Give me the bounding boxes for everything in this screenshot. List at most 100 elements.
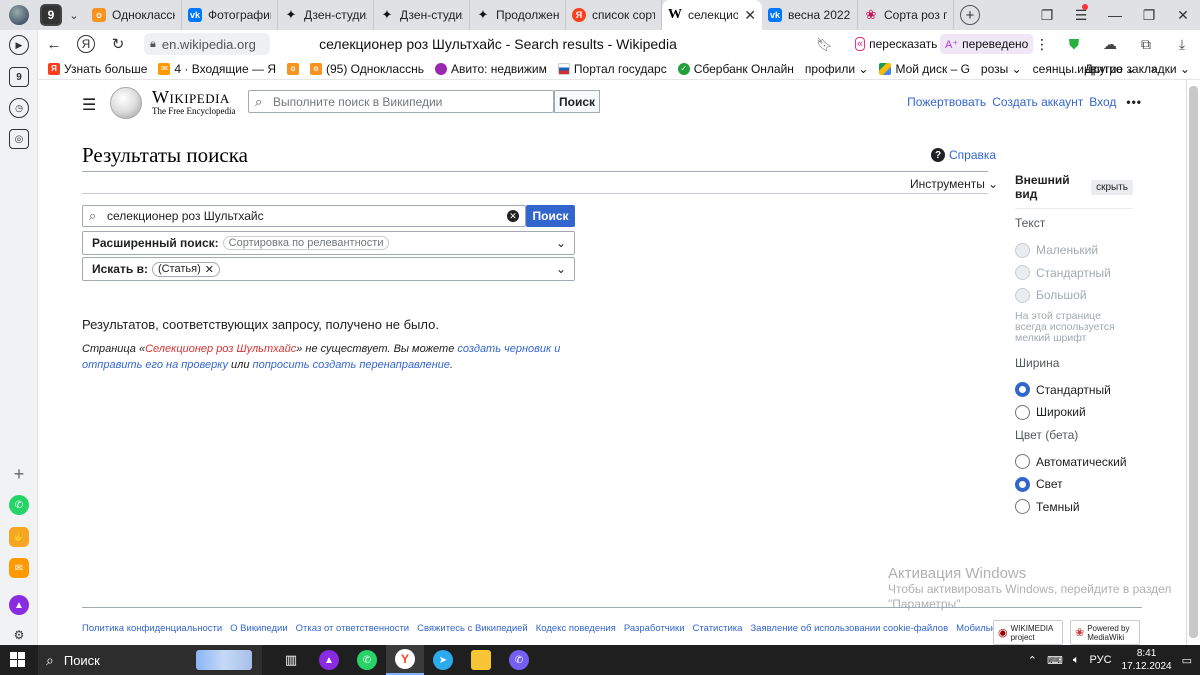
- tab-odnoklassniki[interactable]: оОднокласснь: [86, 0, 182, 30]
- bookmark-item[interactable]: ✓ Сбербанк Онлайн: [677, 62, 794, 76]
- file-explorer-taskbar-icon[interactable]: [462, 645, 500, 675]
- mediawiki-badge[interactable]: ❀ Powered by MediaWiki: [1070, 620, 1140, 645]
- more-options-icon[interactable]: •••: [1126, 95, 1142, 109]
- restore-button[interactable]: ❐: [1132, 7, 1166, 24]
- profile-button[interactable]: [0, 0, 38, 30]
- retell-button[interactable]: «пересказать: [850, 34, 943, 54]
- close-window-button[interactable]: ✕: [1166, 7, 1200, 24]
- bookmark-item[interactable]: Я Узнать больше: [48, 62, 147, 76]
- language-indicator[interactable]: РУС: [1090, 654, 1112, 666]
- history-icon[interactable]: ◷: [9, 98, 29, 118]
- tab-rose-varieties[interactable]: ❀Сорта роз по: [858, 0, 954, 30]
- tab-vk-spring[interactable]: vk весна 2022г: [762, 0, 858, 30]
- tab-zen-studio-2[interactable]: ✦ Дзен-студия: [374, 0, 470, 30]
- main-menu-icon[interactable]: ☰: [82, 95, 96, 115]
- tray-overflow-icon[interactable]: ⌃: [1028, 654, 1037, 667]
- missing-page-link[interactable]: Селекционер роз Шультхайс: [145, 343, 296, 355]
- tab-continuation[interactable]: ✦Продолжени: [470, 0, 566, 30]
- alice-taskbar-icon[interactable]: ▲: [310, 645, 348, 675]
- mail-icon[interactable]: ✉: [9, 558, 29, 578]
- url-field[interactable]: 🔒︎ en.wikipedia.org: [144, 33, 270, 55]
- start-button[interactable]: [10, 652, 25, 667]
- color-light-option[interactable]: Свет: [1015, 473, 1133, 496]
- add-panel-icon[interactable]: +: [9, 464, 29, 484]
- bookmark-item[interactable]: ✉ 4 · Входящие — Я: [158, 62, 276, 76]
- header-search-input[interactable]: ⌕ Выполните поиск в Википедии: [248, 90, 554, 113]
- advanced-search-toggle[interactable]: Расширенный поиск: Сортировка по релевант…: [82, 231, 575, 255]
- network-icon[interactable]: ⌨: [1047, 654, 1063, 667]
- new-tab-button[interactable]: +: [960, 5, 980, 25]
- bookmark-icon[interactable]: 🔖︎: [816, 37, 833, 53]
- minimize-button[interactable]: —: [1098, 7, 1132, 23]
- more-address-icon[interactable]: ⋮: [1030, 34, 1054, 54]
- search-in-toggle[interactable]: Искать в: (Статья) ✕ ⌄: [82, 257, 575, 281]
- volume-icon[interactable]: 🔈︎: [1073, 654, 1080, 667]
- help-link[interactable]: ? Справка: [931, 148, 996, 162]
- tab-wikipedia-active[interactable]: Wселекцион✕: [662, 0, 762, 30]
- request-redirect-link[interactable]: попросить создать перенаправление: [253, 359, 451, 371]
- header-search-button[interactable]: Поиск: [554, 90, 600, 113]
- extensions-icon[interactable]: ⧉: [1128, 36, 1164, 53]
- telegram-taskbar-icon[interactable]: ➤: [424, 645, 462, 675]
- about-link[interactable]: О Википедии: [230, 623, 288, 634]
- bookmark-item[interactable]: Портал государс: [557, 62, 667, 76]
- search-query-input[interactable]: ⌕ селекционер роз Шультхайс ✕: [82, 205, 526, 227]
- bookmark-folder[interactable]: профили ⌄: [805, 62, 869, 76]
- viber-taskbar-icon[interactable]: ✆: [500, 645, 538, 675]
- play-icon[interactable]: ▶: [9, 35, 29, 55]
- clear-search-icon[interactable]: ✕: [507, 210, 519, 222]
- reload-button[interactable]: ↻: [102, 30, 134, 58]
- collections-icon[interactable]: ❐: [1030, 7, 1064, 24]
- hand-app-icon[interactable]: ✋: [9, 527, 29, 547]
- wikimedia-badge[interactable]: ◉ WIKIMEDIA project: [993, 620, 1063, 645]
- donate-link[interactable]: Пожертвовать: [907, 95, 986, 109]
- create-account-link[interactable]: Создать аккаунт: [992, 95, 1083, 109]
- bookmark-item[interactable]: о: [287, 62, 299, 75]
- shield-icon[interactable]: ⛊: [1056, 36, 1092, 53]
- notifications-icon[interactable]: ☰: [1064, 3, 1098, 24]
- contact-link[interactable]: Свяжитесь с Википедией: [417, 623, 528, 634]
- namespace-chip[interactable]: (Статья) ✕: [151, 261, 220, 277]
- hide-appearance-button[interactable]: скрыть: [1091, 179, 1133, 195]
- tab-count-badge[interactable]: 9: [40, 4, 62, 26]
- weather-icon[interactable]: ☁: [1092, 36, 1128, 53]
- scrollbar-thumb[interactable]: [1189, 86, 1198, 638]
- sidebar-settings-icon[interactable]: ⚙: [9, 625, 29, 645]
- tab-variety-list[interactable]: Ясписок сорто: [566, 0, 662, 30]
- width-wide-option[interactable]: Широкий: [1015, 401, 1133, 424]
- taskbar-search[interactable]: ⌕ Поиск: [38, 645, 262, 675]
- tools-dropdown[interactable]: Инструменты ⌄: [910, 177, 998, 191]
- tabs-dropdown-button[interactable]: ⌄: [62, 0, 86, 30]
- close-tab-icon[interactable]: ✕: [744, 7, 756, 24]
- width-standard-option[interactable]: Стандартный: [1015, 379, 1133, 402]
- clock[interactable]: 8:41 17.12.2024: [1122, 647, 1172, 673]
- statistics-link[interactable]: Статистика: [693, 623, 743, 634]
- yandex-button[interactable]: Я: [70, 30, 102, 58]
- whatsapp-taskbar-icon[interactable]: ✆: [348, 645, 386, 675]
- privacy-link[interactable]: Политика конфиденциальности: [82, 623, 222, 634]
- back-button[interactable]: ←: [38, 30, 70, 58]
- translated-button[interactable]: A⁺ переведено: [940, 34, 1034, 54]
- bookmark-item[interactable]: о (95) Однокласснь: [310, 62, 424, 76]
- bookmark-item[interactable]: Мой диск – G: [879, 62, 970, 76]
- screenshot-icon[interactable]: ◎: [9, 129, 29, 149]
- tab-vk-photos[interactable]: vk Фотографии: [182, 0, 278, 30]
- code-of-conduct-link[interactable]: Кодекс поведения: [536, 623, 616, 634]
- color-dark-option[interactable]: Темный: [1015, 496, 1133, 519]
- disclaimer-link[interactable]: Отказ от ответственности: [296, 623, 409, 634]
- sidebar-tabs-icon[interactable]: 9: [9, 67, 29, 87]
- cookie-statement-link[interactable]: Заявление об использовании cookie-файлов: [750, 623, 948, 634]
- bookmark-folder[interactable]: розы ⌄: [981, 62, 1022, 76]
- remove-chip-icon[interactable]: ✕: [205, 263, 214, 276]
- task-view-icon[interactable]: ▥: [272, 645, 310, 675]
- developers-link[interactable]: Разработчики: [624, 623, 685, 634]
- page-scrollbar[interactable]: [1186, 80, 1200, 645]
- yandex-browser-taskbar-icon[interactable]: Y: [386, 645, 424, 675]
- alice-icon[interactable]: ▲: [9, 595, 29, 615]
- notifications-tray-icon[interactable]: ▭: [1182, 654, 1192, 667]
- login-link[interactable]: Вход: [1089, 95, 1116, 109]
- tab-zen-studio-1[interactable]: ✦ Дзен-студия: [278, 0, 374, 30]
- download-icon[interactable]: ⤓: [1164, 36, 1200, 53]
- color-auto-option[interactable]: Автоматический: [1015, 451, 1133, 474]
- whatsapp-icon[interactable]: ✆: [9, 495, 29, 515]
